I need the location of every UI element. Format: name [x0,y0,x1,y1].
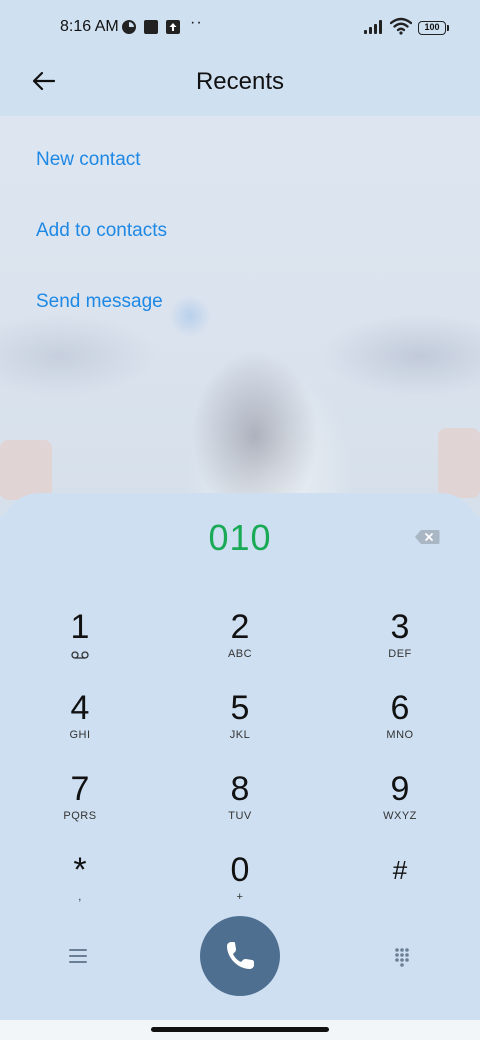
dial-key-star[interactable]: * , [20,851,140,921]
key-letters: WXYZ [383,810,417,822]
dial-key-6[interactable]: 6 MNO [340,689,460,759]
key-letters: PQRS [63,810,97,822]
key-digit: 7 [70,770,90,808]
dial-key-9[interactable]: 9 WXYZ [340,770,460,840]
key-letters: JKL [229,729,251,741]
upload-app-icon [166,20,180,34]
dial-key-2[interactable]: 2 ABC [180,608,300,678]
key-digit: 3 [390,608,410,646]
more-dots-icon: ·· [190,14,203,31]
key-letters: + [236,891,244,903]
menu-icon[interactable] [68,948,88,964]
key-letters: , [78,891,82,903]
circle-app-icon [122,20,136,34]
key-digit: 0 [230,851,250,889]
key-digit: 9 [390,770,410,808]
wifi-icon [390,17,412,35]
phone-icon [227,942,254,969]
key-digit: 2 [230,608,250,646]
square-app-icon [144,20,158,34]
dial-key-4[interactable]: 4 GHI [20,689,140,759]
key-digit: * [73,851,87,889]
key-digit: 8 [230,770,250,808]
key-digit: # [392,855,408,885]
dial-key-7[interactable]: 7 PQRS [20,770,140,840]
status-bar: 8:16 AM ·· 100 [0,0,480,56]
status-time: 8:16 AM [60,18,119,35]
key-letters: ABC [227,648,253,660]
dial-key-hash[interactable]: # [340,851,460,921]
key-digit: 6 [390,689,410,727]
dialpad-grid-icon[interactable] [394,947,410,967]
key-letters: GHI [69,729,91,741]
dialer-panel: 010 1 2 ABC 3 DEF 4 GHI 5 JKL 6 MNO 7 PQ… [0,493,480,1040]
home-indicator[interactable] [151,1027,329,1032]
signal-icon [364,20,386,34]
dial-key-1[interactable]: 1 [20,608,140,678]
add-to-contacts-link[interactable]: Add to contacts [36,220,167,242]
key-digit: 5 [230,689,250,727]
key-digit: 1 [70,608,90,646]
wallpaper-background [0,116,480,516]
key-letters: DEF [388,648,412,660]
dial-key-5[interactable]: 5 JKL [180,689,300,759]
key-letters: MNO [386,729,414,741]
key-letters: TUV [228,810,252,822]
dialed-number: 010 [208,517,272,558]
dial-key-8[interactable]: 8 TUV [180,770,300,840]
backspace-icon[interactable] [414,529,440,545]
battery-level: 100 [424,22,440,32]
battery-icon: 100 [418,21,449,35]
key-digit: 4 [70,689,90,727]
page-title: Recents [195,68,285,95]
dial-key-0[interactable]: 0 + [180,851,300,921]
send-message-link[interactable]: Send message [36,291,163,313]
new-contact-link[interactable]: New contact [36,149,141,171]
call-button[interactable] [200,916,280,996]
voicemail-icon [71,651,89,659]
dial-key-3[interactable]: 3 DEF [340,608,460,678]
app-header: Recents [0,56,480,116]
